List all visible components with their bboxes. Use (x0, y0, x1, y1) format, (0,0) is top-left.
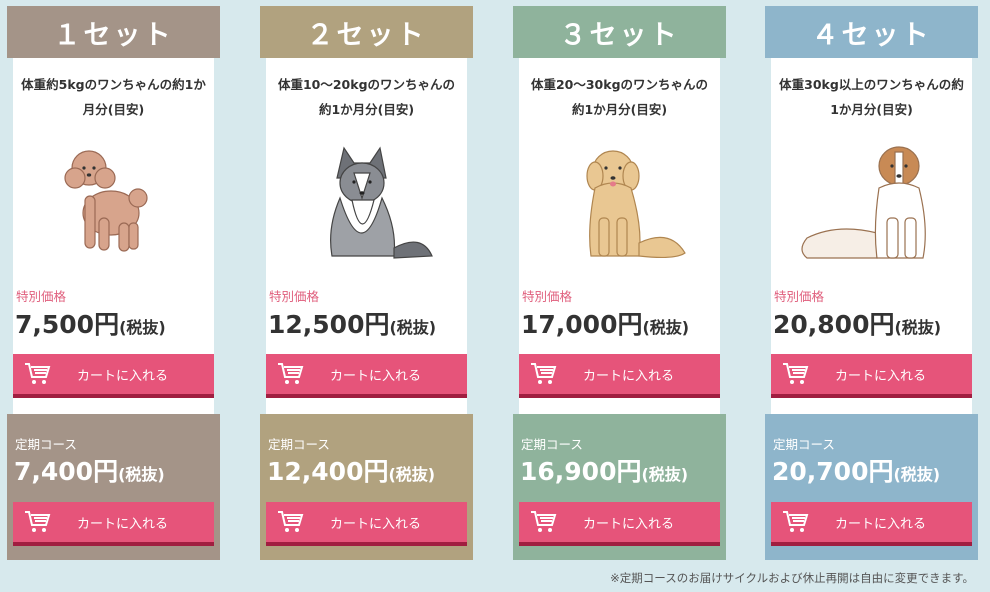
regular-course-section: 定期コース 20,700円(税抜) カートに入れる (765, 414, 978, 560)
special-price-value: 20,800円 (773, 310, 895, 339)
shopping-cart-icon (783, 511, 809, 532)
plan-description: 体重30kg以上のワンちゃんの約1か月分(目安) (779, 77, 964, 117)
plan-body: 体重10〜20kgのワンちゃんの約1か月分(目安) 特別価格 12,500円(税… (266, 58, 467, 414)
plan-title: ３セット (513, 6, 726, 58)
special-price-value: 17,000円 (521, 310, 643, 339)
shopping-cart-icon (278, 363, 304, 384)
plan-title: ２セット (260, 6, 473, 58)
special-price: 7,500円(税抜) (15, 305, 166, 341)
plan-title: ４セット (765, 6, 978, 58)
special-price: 20,800円(税抜) (773, 305, 941, 341)
shopping-cart-icon (25, 511, 51, 532)
special-price-value: 12,500円 (268, 310, 390, 339)
add-to-cart-label: カートに入れる (582, 516, 674, 532)
shopping-cart-icon (531, 363, 557, 384)
toy-poodle-illustration (63, 150, 148, 252)
add-to-cart-label: カートに入れる (834, 368, 926, 384)
regular-course-label: 定期コース (15, 437, 77, 452)
add-to-cart-button[interactable]: カートに入れる (13, 354, 214, 398)
australian-shepherd-illustration (329, 146, 433, 259)
regular-tax-note: (税抜) (893, 465, 941, 484)
shopping-cart-icon (278, 511, 304, 532)
plan-body: 体重約5kgのワンちゃんの約1か月分(目安) 特別価格 7,500円(税抜) カ… (13, 58, 214, 414)
add-to-cart-label: カートに入れる (329, 516, 421, 532)
regular-price: 20,700円(税抜) (772, 452, 940, 488)
regular-add-to-cart-button[interactable]: カートに入れる (519, 502, 720, 546)
regular-price-value: 20,700円 (772, 457, 894, 486)
regular-add-to-cart-button[interactable]: カートに入れる (13, 502, 214, 546)
regular-price-value: 7,400円 (14, 457, 119, 486)
regular-tax-note: (税抜) (641, 465, 689, 484)
regular-price: 7,400円(税抜) (14, 452, 165, 488)
regular-price: 16,900円(税抜) (520, 452, 688, 488)
special-price-label: 特別価格 (774, 289, 825, 304)
golden-retriever-illustration (585, 150, 686, 259)
plan-body: 体重30kg以上のワンちゃんの約1か月分(目安) 特別価格 20,800円(税抜… (771, 58, 972, 414)
add-to-cart-button[interactable]: カートに入れる (771, 354, 972, 398)
regular-price-value: 16,900円 (520, 457, 642, 486)
regular-tax-note: (税抜) (388, 465, 436, 484)
plan-body: 体重20〜30kgのワンちゃんの約1か月分(目安) 特別価格 17,000円(税… (519, 58, 720, 414)
add-to-cart-label: カートに入れる (76, 516, 168, 532)
plan-card-1: １セット 体重約5kgのワンちゃんの約1か月分(目安) 特別価格 7,500円(… (7, 6, 220, 560)
add-to-cart-label: カートに入れる (76, 368, 168, 384)
tax-note: (税抜) (119, 318, 166, 337)
regular-add-to-cart-button[interactable]: カートに入れる (771, 502, 972, 546)
shopping-cart-icon (25, 363, 51, 384)
add-to-cart-button[interactable]: カートに入れる (266, 354, 467, 398)
special-price-label: 特別価格 (269, 289, 320, 304)
add-to-cart-label: カートに入れる (329, 368, 421, 384)
plan-card-2: ２セット 体重10〜20kgのワンちゃんの約1か月分(目安) 特別価格 12,5… (260, 6, 473, 560)
saint-bernard-illustration (800, 146, 926, 259)
plan-title: １セット (7, 6, 220, 58)
regular-course-section: 定期コース 16,900円(税抜) カートに入れる (513, 414, 726, 560)
special-price: 12,500円(税抜) (268, 305, 436, 341)
special-price: 17,000円(税抜) (521, 305, 689, 341)
plan-description: 体重20〜30kgのワンちゃんの約1か月分(目安) (530, 77, 709, 117)
add-to-cart-button[interactable]: カートに入れる (519, 354, 720, 398)
special-price-label: 特別価格 (16, 289, 67, 304)
plan-description: 体重10〜20kgのワンちゃんの約1か月分(目安) (277, 77, 456, 117)
add-to-cart-label: カートに入れる (834, 516, 926, 532)
regular-course-label: 定期コース (268, 437, 330, 452)
tax-note: (税抜) (642, 318, 690, 337)
shopping-cart-icon (783, 363, 809, 384)
regular-course-label: 定期コース (521, 437, 583, 452)
regular-price-value: 12,400円 (267, 457, 389, 486)
shopping-cart-icon (531, 511, 557, 532)
regular-price: 12,400円(税抜) (267, 452, 435, 488)
tax-note: (税抜) (389, 318, 437, 337)
tax-note: (税抜) (894, 318, 942, 337)
regular-tax-note: (税抜) (118, 465, 165, 484)
special-price-value: 7,500円 (15, 310, 120, 339)
plan-description: 体重約5kgのワンちゃんの約1か月分(目安) (21, 77, 206, 117)
add-to-cart-label: カートに入れる (582, 368, 674, 384)
regular-course-section: 定期コース 7,400円(税抜) カートに入れる (7, 414, 220, 560)
plan-card-3: ３セット 体重20〜30kgのワンちゃんの約1か月分(目安) 特別価格 17,0… (513, 6, 726, 560)
plan-card-4: ４セット 体重30kg以上のワンちゃんの約1か月分(目安) 特別価格 20,80… (765, 6, 978, 560)
regular-add-to-cart-button[interactable]: カートに入れる (266, 502, 467, 546)
regular-course-section: 定期コース 12,400円(税抜) カートに入れる (260, 414, 473, 560)
special-price-label: 特別価格 (522, 289, 573, 304)
regular-course-label: 定期コース (773, 437, 835, 452)
footer-note: ※定期コースのお届けサイクルおよび休止再開は自由に変更できます。 (610, 571, 974, 585)
